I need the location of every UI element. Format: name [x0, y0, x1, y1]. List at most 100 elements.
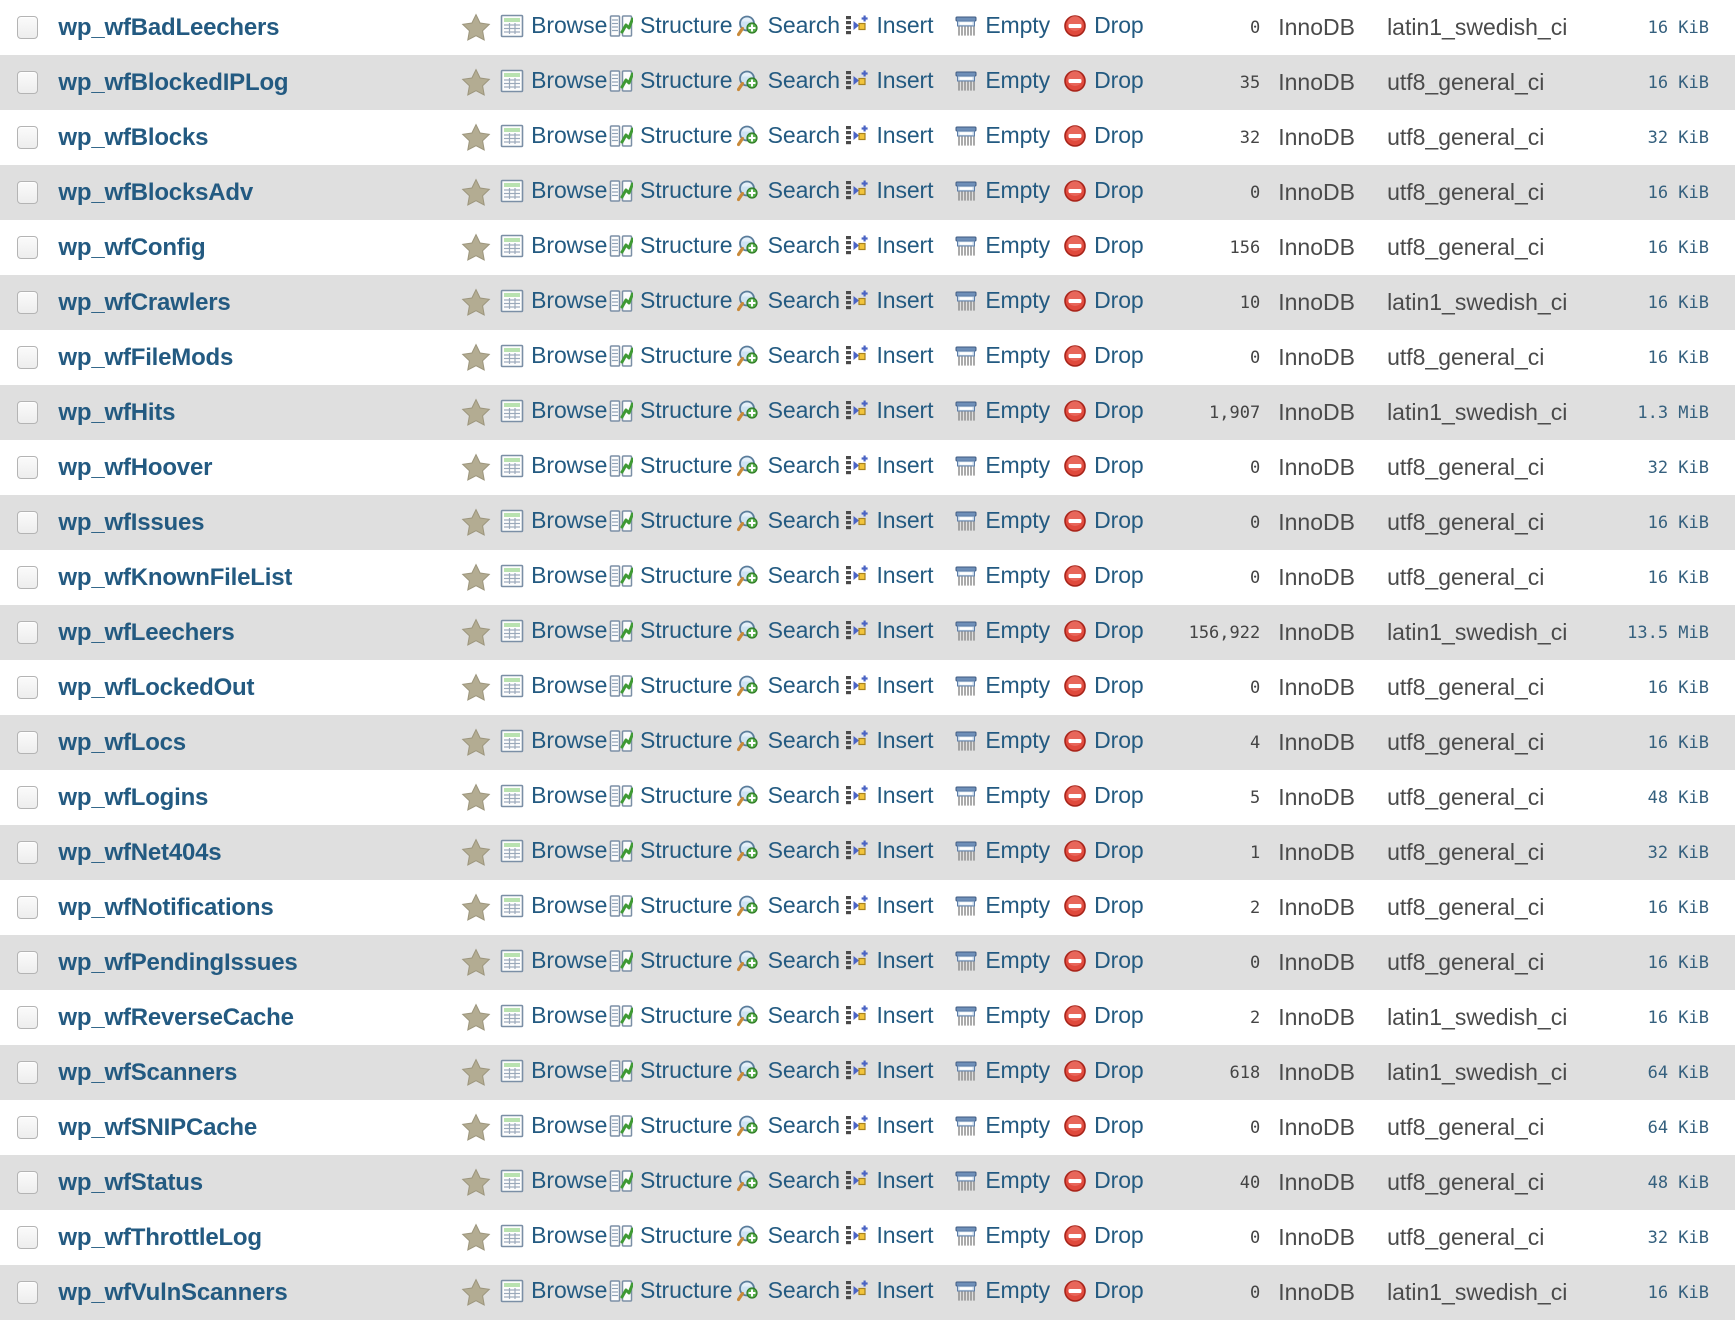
insert-action[interactable]: Insert [845, 892, 934, 919]
insert-action[interactable]: Insert [845, 727, 934, 754]
browse-action[interactable]: Browse [500, 672, 607, 699]
row-select-checkbox[interactable] [16, 676, 38, 699]
table-name-link[interactable]: wp_wfKnownFileList [58, 564, 292, 591]
browse-action[interactable]: Browse [500, 67, 607, 94]
table-name-link[interactable]: wp_wfHits [58, 399, 175, 426]
table-name-link[interactable]: wp_wfStatus [58, 1169, 203, 1196]
table-name-link[interactable]: wp_wfLockedOut [58, 674, 254, 701]
row-select-checkbox[interactable] [16, 1171, 38, 1194]
drop-action[interactable]: Drop [1063, 67, 1144, 94]
table-name-link[interactable]: wp_wfPendingIssues [58, 949, 297, 976]
table-name-link[interactable]: wp_wfBlocks [58, 124, 208, 151]
search-action[interactable]: Search [736, 727, 840, 754]
row-select-checkbox[interactable] [16, 1061, 38, 1084]
structure-action[interactable]: Structure [609, 507, 733, 534]
structure-action[interactable]: Structure [609, 947, 733, 974]
favorite-star-icon[interactable] [461, 123, 491, 152]
table-name-link[interactable]: wp_wfScanners [58, 1059, 237, 1086]
search-action[interactable]: Search [736, 397, 840, 424]
drop-action[interactable]: Drop [1063, 1167, 1144, 1194]
empty-action[interactable]: Empty [954, 67, 1050, 94]
insert-action[interactable]: Insert [845, 397, 934, 424]
insert-action[interactable]: Insert [845, 1112, 934, 1139]
insert-action[interactable]: Insert [845, 342, 934, 369]
drop-action[interactable]: Drop [1063, 507, 1144, 534]
empty-action[interactable]: Empty [954, 1167, 1050, 1194]
row-select-checkbox[interactable] [16, 346, 38, 369]
empty-action[interactable]: Empty [954, 12, 1050, 39]
search-action[interactable]: Search [736, 1277, 840, 1304]
favorite-star-icon[interactable] [461, 453, 491, 482]
favorite-star-icon[interactable] [461, 673, 491, 702]
empty-action[interactable]: Empty [954, 177, 1050, 204]
table-name-link[interactable]: wp_wfLeechers [58, 619, 234, 646]
empty-action[interactable]: Empty [954, 1112, 1050, 1139]
insert-action[interactable]: Insert [845, 1277, 934, 1304]
table-name-link[interactable]: wp_wfBadLeechers [58, 14, 279, 41]
table-name-link[interactable]: wp_wfSNIPCache [58, 1114, 257, 1141]
table-row[interactable]: wp_wfHoover Browse Structure Search Inse… [0, 440, 1735, 495]
drop-action[interactable]: Drop [1063, 342, 1144, 369]
structure-action[interactable]: Structure [609, 232, 733, 259]
table-row[interactable]: wp_wfSNIPCache Browse Structure Search I… [0, 1100, 1735, 1155]
structure-action[interactable]: Structure [609, 287, 733, 314]
search-action[interactable]: Search [736, 67, 840, 94]
browse-action[interactable]: Browse [500, 342, 607, 369]
table-row[interactable]: wp_wfLocs Browse Structure Search Insert… [0, 715, 1735, 770]
row-select-checkbox[interactable] [16, 621, 38, 644]
structure-action[interactable]: Structure [609, 452, 733, 479]
search-action[interactable]: Search [736, 947, 840, 974]
row-select-checkbox[interactable] [16, 16, 38, 39]
table-row[interactable]: wp_wfIssues Browse Structure Search Inse… [0, 495, 1735, 550]
table-name-link[interactable]: wp_wfVulnScanners [58, 1279, 287, 1306]
structure-action[interactable]: Structure [609, 1277, 733, 1304]
favorite-star-icon[interactable] [461, 563, 491, 592]
insert-action[interactable]: Insert [845, 672, 934, 699]
favorite-star-icon[interactable] [461, 1058, 491, 1087]
structure-action[interactable]: Structure [609, 562, 733, 589]
empty-action[interactable]: Empty [954, 1222, 1050, 1249]
table-row[interactable]: wp_wfThrottleLog Browse Structure Search… [0, 1210, 1735, 1265]
favorite-star-icon[interactable] [461, 1168, 491, 1197]
search-action[interactable]: Search [736, 782, 840, 809]
table-name-link[interactable]: wp_wfIssues [58, 509, 204, 536]
table-row[interactable]: wp_wfBadLeechers Browse Structure Search… [0, 0, 1735, 55]
table-row[interactable]: wp_wfKnownFileList Browse Structure Sear… [0, 550, 1735, 605]
drop-action[interactable]: Drop [1063, 1277, 1144, 1304]
favorite-star-icon[interactable] [461, 288, 491, 317]
browse-action[interactable]: Browse [500, 727, 607, 754]
table-name-link[interactable]: wp_wfReverseCache [58, 1004, 294, 1031]
insert-action[interactable]: Insert [845, 1057, 934, 1084]
browse-action[interactable]: Browse [500, 1057, 607, 1084]
insert-action[interactable]: Insert [845, 617, 934, 644]
empty-action[interactable]: Empty [954, 727, 1050, 754]
structure-action[interactable]: Structure [609, 397, 733, 424]
structure-action[interactable]: Structure [609, 1057, 733, 1084]
table-row[interactable]: wp_wfBlocks Browse Structure Search Inse… [0, 110, 1735, 165]
table-row[interactable]: wp_wfBlockedIPLog Browse Structure Searc… [0, 55, 1735, 110]
empty-action[interactable]: Empty [954, 342, 1050, 369]
insert-action[interactable]: Insert [845, 1167, 934, 1194]
browse-action[interactable]: Browse [500, 12, 607, 39]
row-select-checkbox[interactable] [16, 1281, 38, 1304]
favorite-star-icon[interactable] [461, 618, 491, 647]
structure-action[interactable]: Structure [609, 342, 733, 369]
drop-action[interactable]: Drop [1063, 672, 1144, 699]
favorite-star-icon[interactable] [461, 1003, 491, 1032]
table-name-link[interactable]: wp_wfBlockedIPLog [58, 69, 288, 96]
drop-action[interactable]: Drop [1063, 177, 1144, 204]
search-action[interactable]: Search [736, 122, 840, 149]
empty-action[interactable]: Empty [954, 1002, 1050, 1029]
favorite-star-icon[interactable] [461, 728, 491, 757]
browse-action[interactable]: Browse [500, 947, 607, 974]
search-action[interactable]: Search [736, 672, 840, 699]
row-select-checkbox[interactable] [16, 951, 38, 974]
browse-action[interactable]: Browse [500, 1277, 607, 1304]
drop-action[interactable]: Drop [1063, 12, 1144, 39]
browse-action[interactable]: Browse [500, 397, 607, 424]
row-select-checkbox[interactable] [16, 1006, 38, 1029]
favorite-star-icon[interactable] [461, 1223, 491, 1252]
search-action[interactable]: Search [736, 507, 840, 534]
drop-action[interactable]: Drop [1063, 287, 1144, 314]
empty-action[interactable]: Empty [954, 947, 1050, 974]
